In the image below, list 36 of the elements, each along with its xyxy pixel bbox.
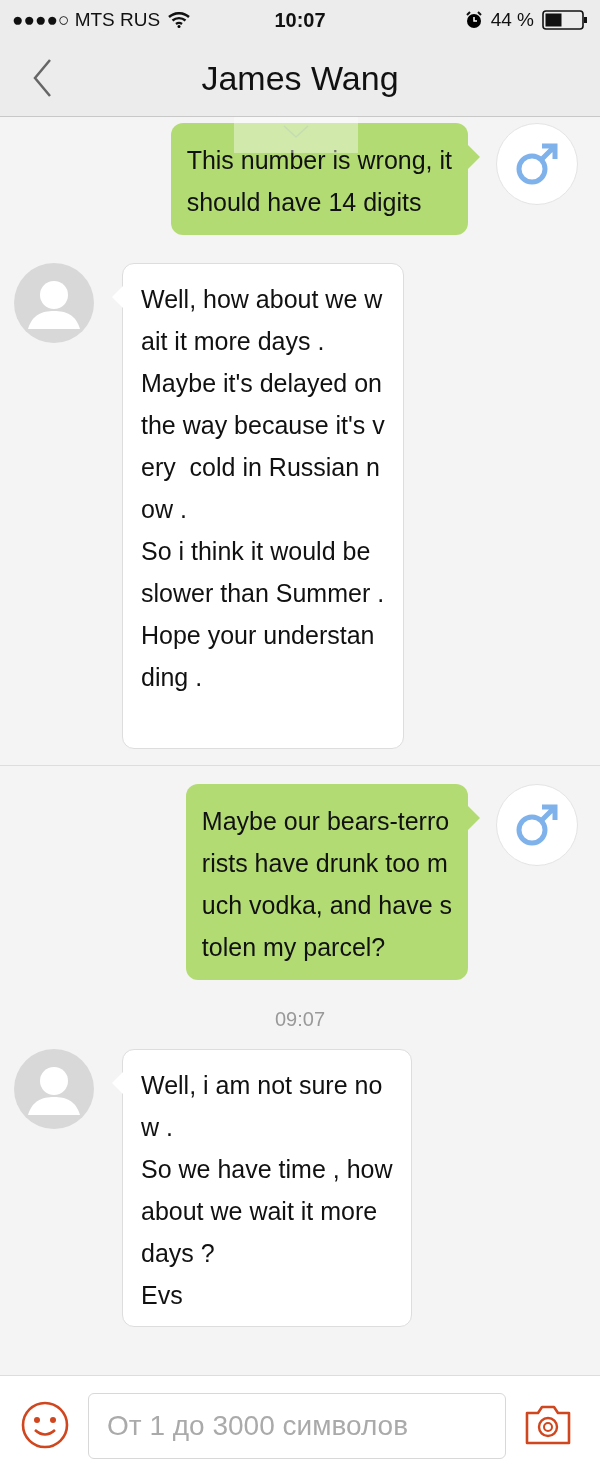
message-text: the way because it's v [141,410,385,441]
clock: 10:07 [274,8,326,32]
chevron-left-icon [32,58,52,98]
message-text: rists have drunk too m [201,848,449,879]
timestamp: 09:07 [274,1008,326,1031]
male-symbol-icon [514,141,560,187]
male-symbol-icon [514,802,560,848]
avatar-placeholder-icon[interactable] [14,263,94,343]
message-text: uch vodka, and have s [201,890,452,921]
avatar-placeholder-icon[interactable] [14,1049,94,1129]
message-text: about we wait it more [141,1196,379,1227]
message-text: Hope your understan [141,620,376,651]
message-text: ow . [141,494,188,525]
carrier: ●●●●○ MTS RUS [12,9,161,31]
message-text: ery cold in Russian n [141,452,381,483]
message-text: slower than Summer . [141,578,385,609]
message-text: tolen my parcel? [201,932,387,963]
message-text: Well, how about we w [141,284,384,315]
message-text: Evs [141,1280,184,1311]
alarm-icon [464,11,483,29]
message-text: w . [141,1112,174,1143]
contact-name: James Wang [201,58,399,98]
message-text: ding . [141,662,204,693]
message-text: days ? [141,1238,216,1269]
message-text: ait it more days . [141,326,326,357]
battery-percent: 44 % [490,9,534,31]
battery-icon [542,10,588,30]
message-text: So i think it would be [141,536,372,567]
message-text: Well, i am not sure no [141,1070,384,1101]
message-text: This number is wrong, it [186,145,452,176]
message-text: Maybe our bears-terro [201,806,451,837]
message-text: Maybe it's delayed on [141,368,384,399]
message-text: should have 14 digits [186,187,423,218]
wifi-icon [168,12,191,28]
message-input[interactable]: От 1 до 3000 символов [88,1393,506,1459]
message-text: So we have time , how [141,1154,393,1185]
